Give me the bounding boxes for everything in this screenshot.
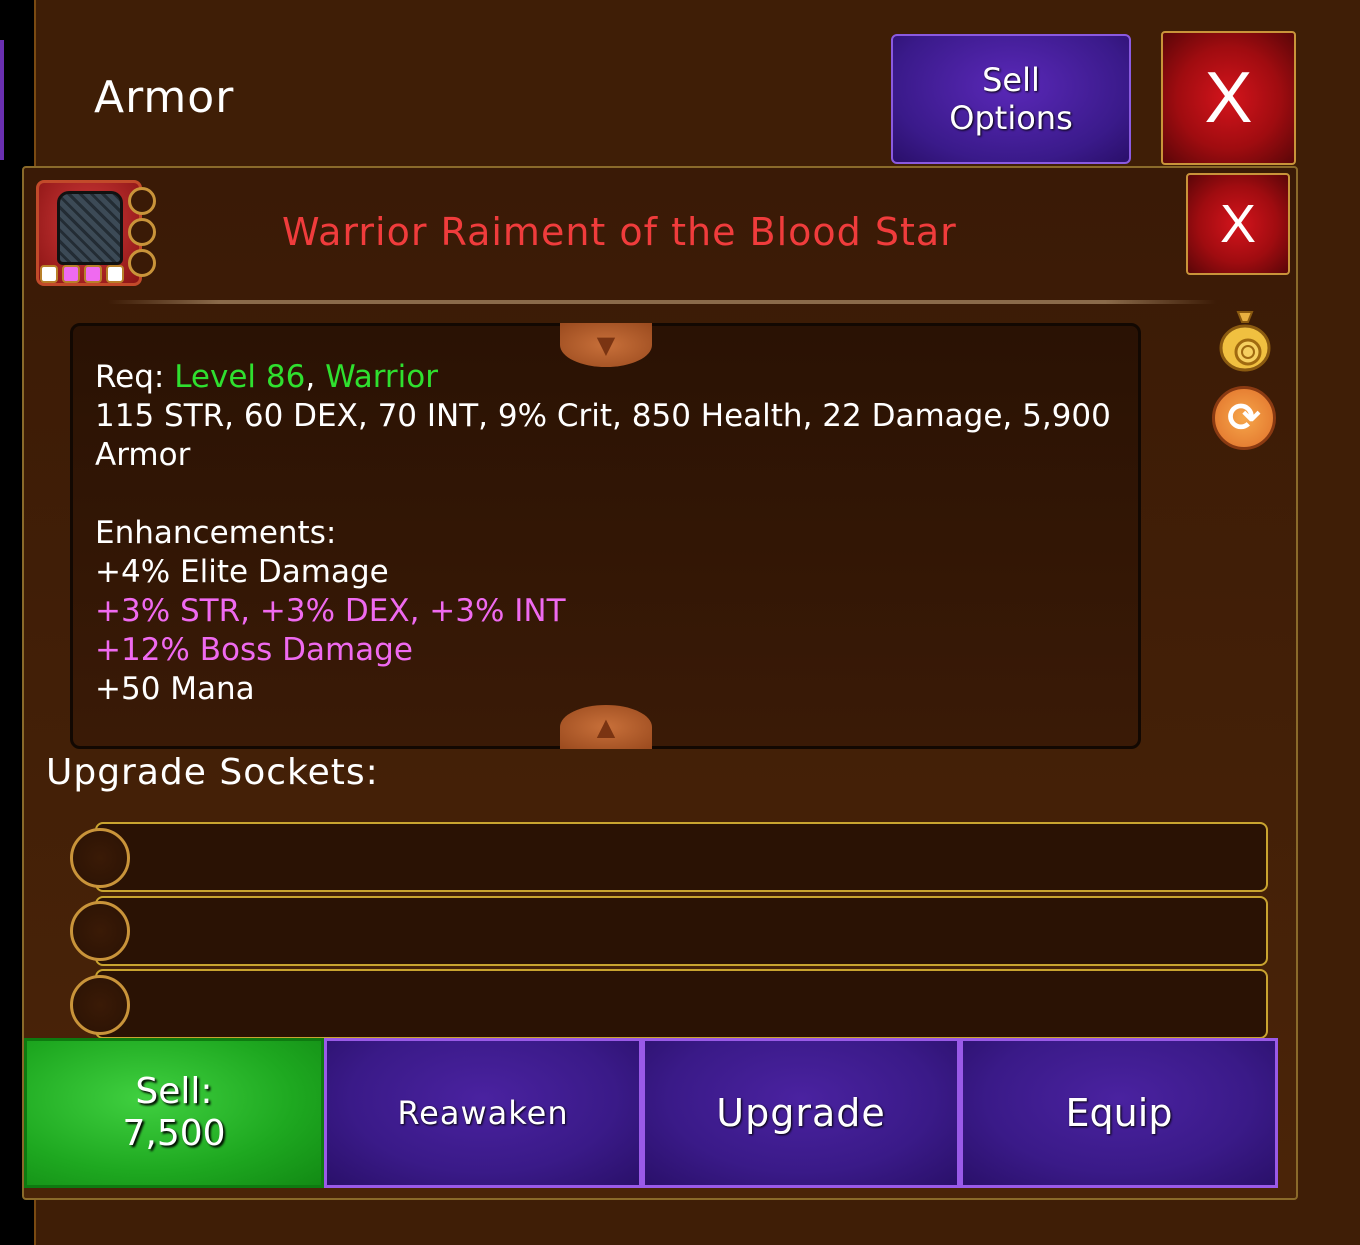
enhancement-item: +12% Boss Damage (95, 632, 413, 668)
close-icon: X (1204, 58, 1253, 138)
triangle-up-icon: ▲ (596, 713, 616, 741)
stat-line: 115 STR, 60 DEX, 70 INT, 9% Crit, 850 He… (95, 398, 1111, 473)
chest-armor-icon (57, 191, 123, 265)
enhancements-label: Enhancements: (95, 515, 337, 551)
enhancement-item: +50 Mana (95, 671, 255, 707)
sell-button[interactable]: Sell: 7,500 (24, 1038, 324, 1188)
gem-slot (40, 265, 58, 283)
upgrade-socket-icon[interactable] (70, 975, 130, 1035)
refresh-arrows-icon: ⟳ (1227, 395, 1261, 441)
screen-title: Armor (94, 72, 235, 123)
upgrade-socket-row[interactable] (95, 896, 1268, 966)
upgrade-socket-icon[interactable] (70, 828, 130, 888)
stats-text: Req: Level 86, Warrior 115 STR, 60 DEX, … (95, 358, 1115, 709)
reawaken-button[interactable]: Reawaken (324, 1038, 642, 1188)
gem-slot (106, 265, 124, 283)
socket-indicator (128, 187, 156, 215)
upgrade-socket-row[interactable] (95, 822, 1268, 892)
item-socket-indicators (128, 187, 156, 277)
req-separator: , (305, 359, 326, 395)
req-level: Level 86 (174, 359, 306, 395)
upgrade-button[interactable]: Upgrade (642, 1038, 960, 1188)
upgrade-socket-icon[interactable] (70, 901, 130, 961)
sell-options-button[interactable]: Sell Options (891, 34, 1131, 164)
action-bar: Sell: 7,500 Reawaken Upgrade Equip (24, 1038, 1282, 1188)
divider (108, 300, 1216, 304)
scroll-up-button[interactable]: ▲ (560, 705, 652, 749)
item-name: Warrior Raiment of the Blood Star (282, 210, 957, 254)
enhancement-item: +4% Elite Damage (95, 554, 389, 590)
socket-indicator (128, 249, 156, 277)
refresh-icon[interactable]: ⟳ (1212, 386, 1276, 450)
upgrade-sockets-label: Upgrade Sockets: (46, 752, 379, 793)
requirements-line: Req: Level 86, Warrior (95, 358, 1115, 397)
req-class: Warrior (325, 359, 438, 395)
gem-slot (62, 265, 80, 283)
req-label: Req: (95, 359, 175, 395)
enhancement-item: +3% STR, +3% DEX, +3% INT (95, 593, 566, 629)
close-icon: X (1219, 194, 1257, 254)
gem-slot (84, 265, 102, 283)
equip-button[interactable]: Equip (960, 1038, 1278, 1188)
socket-indicator (128, 218, 156, 246)
upgrade-socket-row[interactable] (95, 969, 1268, 1039)
close-panel-button[interactable]: X (1186, 173, 1290, 275)
close-screen-button[interactable]: X (1161, 31, 1296, 165)
triangle-down-icon: ▼ (596, 331, 616, 359)
gold-bag-icon[interactable] (1218, 308, 1272, 372)
gem-slot-row (40, 265, 124, 283)
